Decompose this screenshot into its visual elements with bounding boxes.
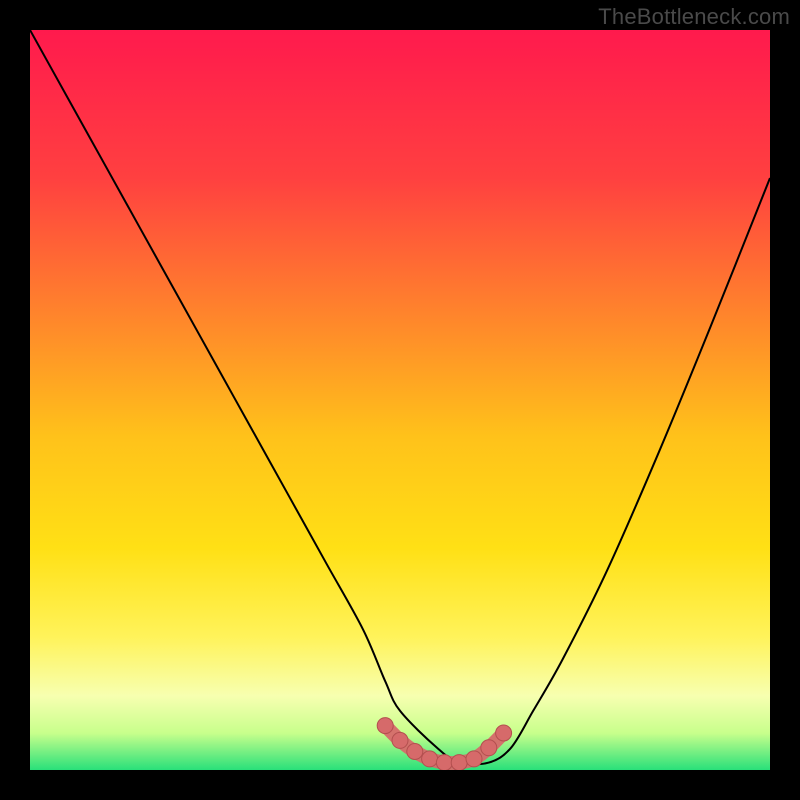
chart-frame: TheBottleneck.com — [0, 0, 800, 800]
watermark-text: TheBottleneck.com — [598, 4, 790, 30]
marker-dot — [496, 725, 512, 741]
plot-svg — [30, 30, 770, 770]
gradient-background — [30, 30, 770, 770]
marker-dot — [377, 718, 393, 734]
marker-dot — [422, 751, 438, 767]
marker-dot — [392, 732, 408, 748]
marker-dot — [466, 751, 482, 767]
marker-dot — [481, 740, 497, 756]
marker-dot — [407, 744, 423, 760]
marker-dot — [436, 755, 452, 770]
plot-area — [30, 30, 770, 770]
marker-dot — [451, 755, 467, 770]
